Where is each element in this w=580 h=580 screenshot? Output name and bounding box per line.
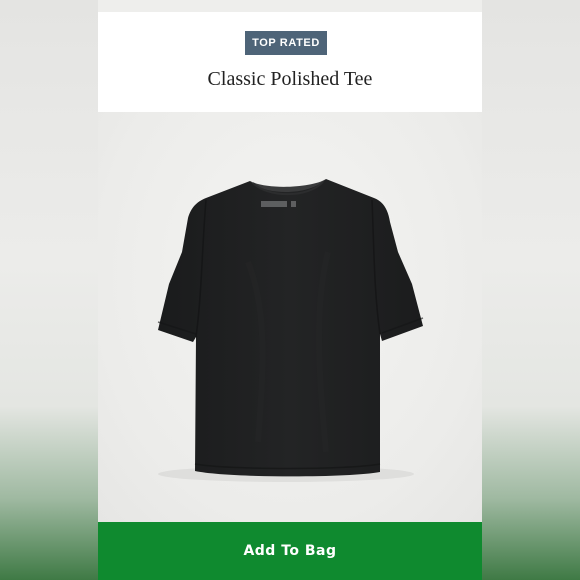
product-header: TOP RATED Classic Polished Tee bbox=[98, 12, 482, 112]
top-rated-badge: TOP RATED bbox=[245, 31, 327, 55]
top-strip bbox=[98, 0, 482, 12]
add-to-bag-button[interactable]: Add To Bag bbox=[98, 522, 482, 580]
product-image[interactable] bbox=[98, 112, 482, 522]
product-title: Classic Polished Tee bbox=[207, 68, 373, 90]
product-card: TOP RATED Classic Polished Tee Add To Ba… bbox=[98, 0, 482, 580]
tshirt-icon bbox=[157, 179, 424, 482]
background-left bbox=[0, 0, 98, 580]
background-right bbox=[482, 0, 580, 580]
